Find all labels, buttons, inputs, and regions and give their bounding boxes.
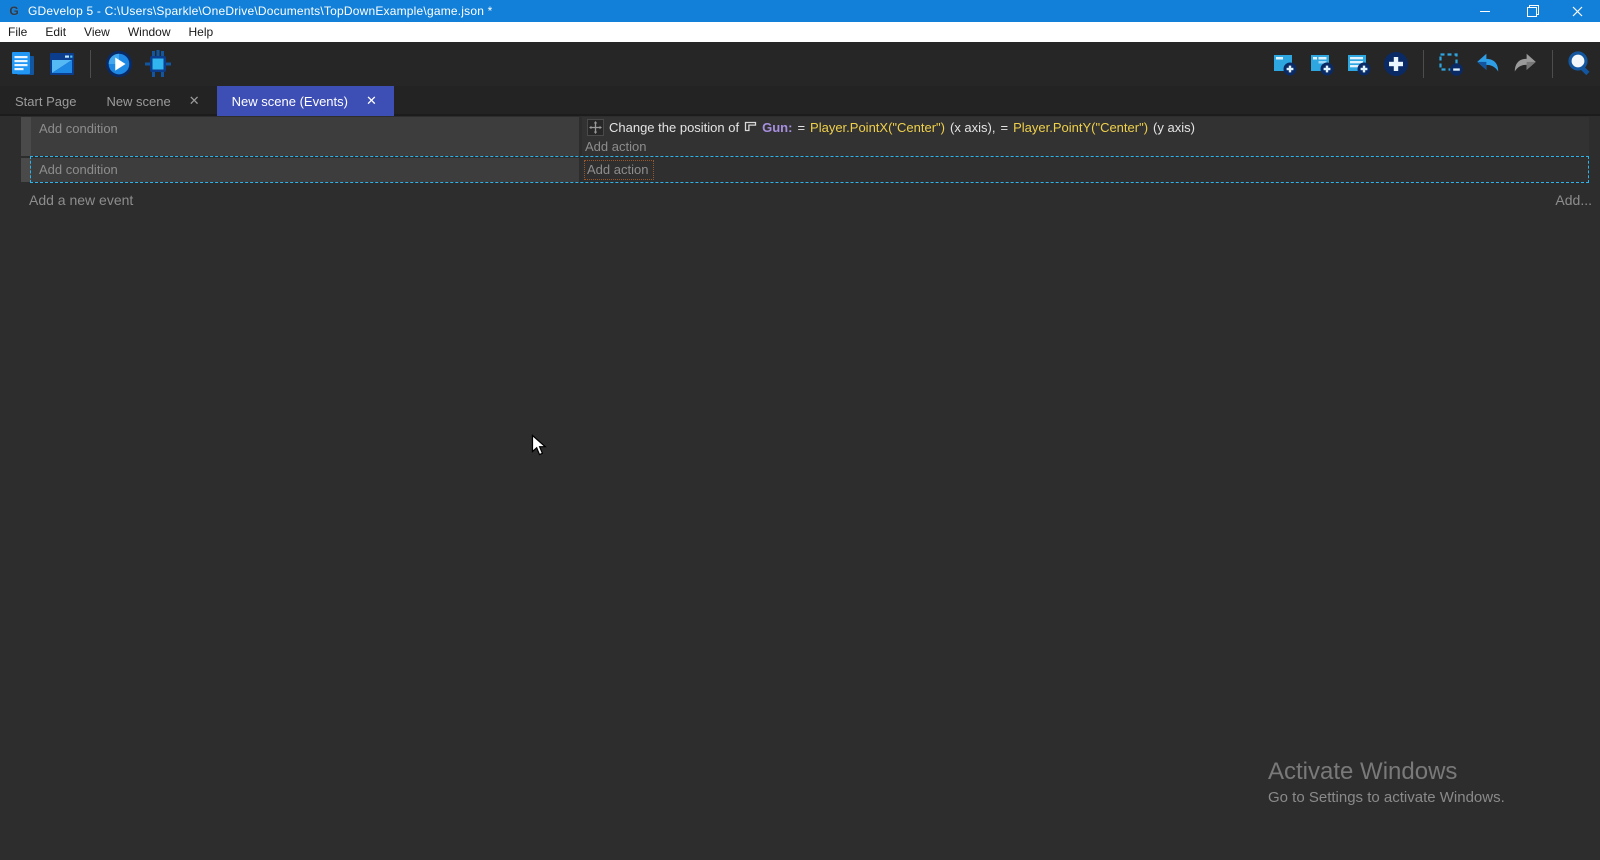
add-action-button-focused[interactable]: Add action — [584, 160, 654, 180]
tab-label: Start Page — [15, 94, 76, 109]
add-event-icon[interactable] — [1271, 50, 1299, 78]
minimize-icon — [1480, 11, 1490, 12]
restore-button[interactable] — [1508, 0, 1554, 22]
events-editor: Add condition Change the position of — [0, 116, 1600, 860]
preview-play-icon[interactable] — [104, 49, 134, 79]
event-actions-cell[interactable]: Change the position of Gun: = Player.Poi… — [582, 117, 1589, 156]
tab-close-icon[interactable]: ✕ — [364, 93, 379, 109]
add-new-event-button[interactable]: Add a new event — [29, 192, 133, 208]
menu-item-file[interactable]: File — [0, 22, 36, 42]
add-menu-button[interactable]: Add... — [1555, 192, 1592, 208]
add-action-button[interactable]: Add action — [582, 138, 1589, 156]
toolbar-right-group — [1271, 42, 1594, 86]
delete-selection-icon[interactable] — [1437, 50, 1465, 78]
add-condition-button[interactable]: Add condition — [39, 162, 118, 177]
action-axis-y: (y axis) — [1153, 120, 1195, 135]
toolbar — [0, 42, 1600, 86]
gun-icon — [744, 120, 757, 135]
debugger-icon[interactable] — [143, 49, 173, 79]
action-text: Change the position of — [609, 120, 739, 135]
menu-item-help[interactable]: Help — [180, 22, 223, 42]
action-expression-y: Player.PointY("Center") — [1013, 120, 1148, 135]
action-axis-x: (x axis), — [950, 120, 996, 135]
action-change-position[interactable]: Change the position of Gun: = Player.Poi… — [582, 117, 1589, 138]
project-manager-icon[interactable] — [8, 49, 38, 79]
add-subevent-icon[interactable] — [1308, 50, 1336, 78]
event-conditions-cell[interactable]: Add condition — [31, 117, 579, 156]
action-operator: = — [797, 120, 805, 135]
event-conditions-cell[interactable]: Add condition — [31, 158, 579, 182]
titlebar: G GDevelop 5 - C:\Users\Sparkle\OneDrive… — [0, 0, 1600, 22]
window-controls — [1462, 0, 1600, 22]
menu-item-view[interactable]: View — [75, 22, 119, 42]
menu-item-window[interactable]: Window — [119, 22, 180, 42]
tab-bar: Start Page New scene ✕ New scene (Events… — [0, 86, 1600, 116]
menu-bar: File Edit View Window Help — [0, 22, 1600, 42]
tab-start-page[interactable]: Start Page — [0, 86, 91, 116]
event-actions-cell[interactable]: Add action — [582, 158, 1589, 182]
restore-icon — [1527, 7, 1536, 16]
toolbar-separator — [1552, 50, 1553, 78]
move-position-icon — [587, 119, 604, 136]
action-operator: = — [1000, 120, 1008, 135]
toolbar-separator — [90, 50, 91, 78]
tab-new-scene-events[interactable]: New scene (Events) ✕ — [217, 86, 394, 116]
search-icon[interactable] — [1566, 50, 1594, 78]
scene-editor-icon[interactable] — [47, 49, 77, 79]
menu-item-edit[interactable]: Edit — [36, 22, 75, 42]
tab-close-icon[interactable]: ✕ — [187, 93, 202, 109]
tab-new-scene[interactable]: New scene ✕ — [91, 86, 216, 116]
minimize-button[interactable] — [1462, 0, 1508, 22]
toolbar-separator — [1423, 50, 1424, 78]
event-row-gutter[interactable] — [21, 117, 31, 156]
close-icon — [1572, 6, 1583, 17]
gdevelop-window: G GDevelop 5 - C:\Users\Sparkle\OneDrive… — [0, 0, 1600, 860]
close-button[interactable] — [1554, 0, 1600, 22]
tab-label: New scene (Events) — [232, 94, 348, 109]
redo-icon[interactable] — [1511, 50, 1539, 78]
event-row-gutter[interactable] — [21, 158, 31, 182]
add-condition-button[interactable]: Add condition — [39, 121, 118, 136]
toolbar-left-group — [8, 42, 173, 86]
undo-icon[interactable] — [1474, 50, 1502, 78]
action-expression-x: Player.PointX("Center") — [810, 120, 945, 135]
tab-label: New scene — [106, 94, 170, 109]
action-object-name: Gun: — [762, 120, 792, 135]
gdevelop-logo-icon: G — [7, 4, 21, 18]
window-title: GDevelop 5 - C:\Users\Sparkle\OneDrive\D… — [28, 4, 493, 18]
add-circle-icon[interactable] — [1382, 50, 1410, 78]
add-comment-icon[interactable] — [1345, 50, 1373, 78]
